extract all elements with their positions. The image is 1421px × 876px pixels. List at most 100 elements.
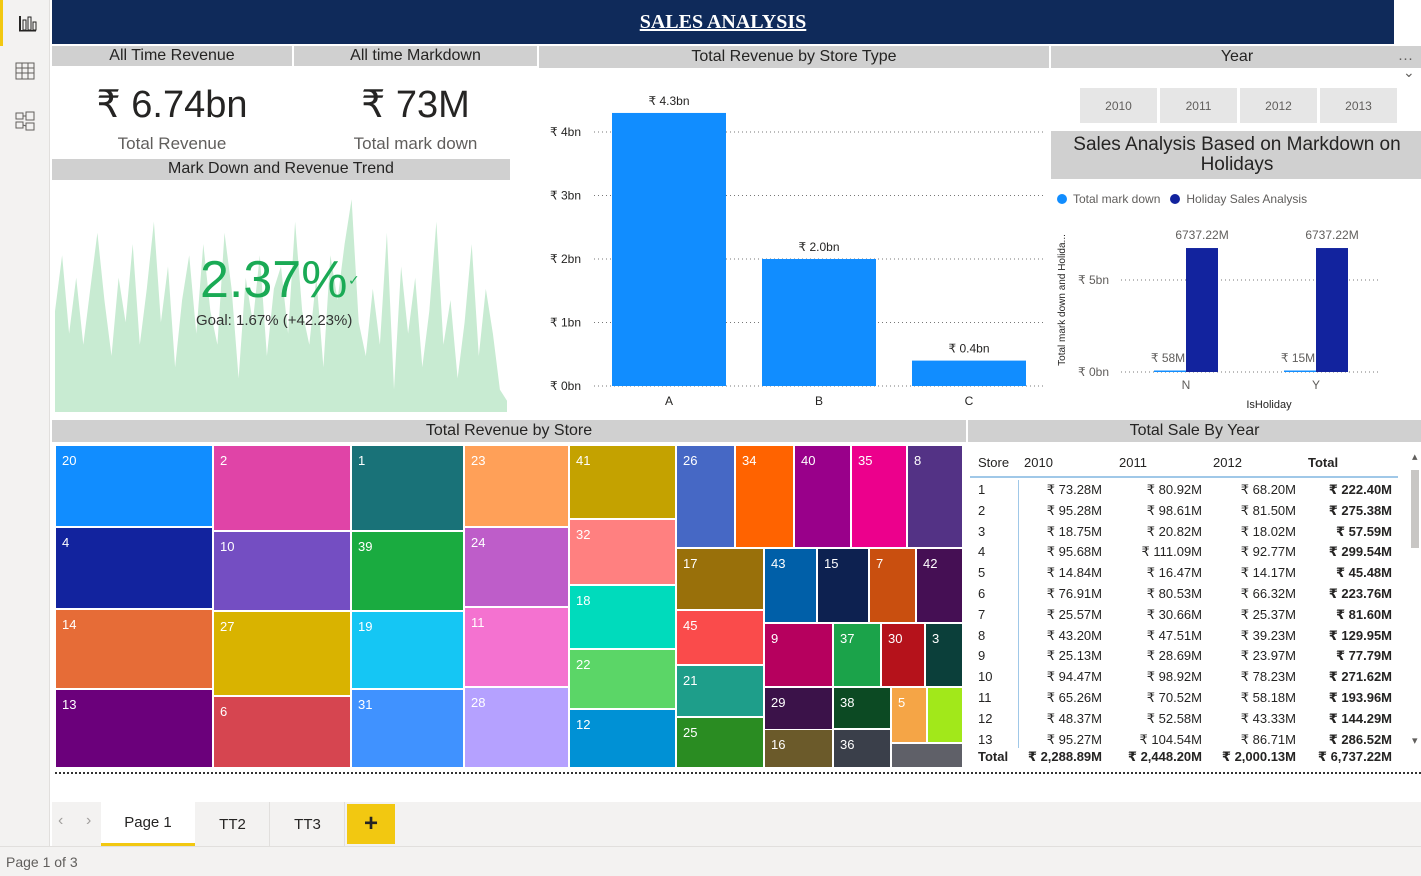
- table-cell: ₹ 65.26M: [1046, 690, 1102, 705]
- treemap-cell-store-34[interactable]: 34: [735, 445, 794, 548]
- treemap-cell-store-45[interactable]: 45: [676, 610, 764, 665]
- treemap-cell-store-40[interactable]: 40: [794, 445, 851, 548]
- treemap-cell-store-28[interactable]: 28: [464, 687, 569, 768]
- treemap-cell-store-26[interactable]: 26: [676, 445, 735, 548]
- tab-tt2[interactable]: TT2: [196, 802, 270, 846]
- table-scrollbar[interactable]: ▴ ▾: [1410, 450, 1420, 750]
- treemap-cell-store-24[interactable]: 24: [464, 527, 569, 607]
- table-row[interactable]: 8 ₹ 43.20M ₹ 47.51M ₹ 39.23M ₹ 129.95M: [970, 625, 1398, 646]
- treemap-cell-store-9[interactable]: 9: [764, 623, 833, 687]
- treemap-cell-store-19[interactable]: 19: [351, 611, 464, 689]
- scroll-up-icon: ▴: [1412, 451, 1418, 463]
- table-row[interactable]: 4 ₹ 95.68M ₹ 111.09M ₹ 92.77M ₹ 299.54M: [970, 541, 1398, 562]
- table-cell: ₹ 95.68M: [1046, 544, 1102, 560]
- treemap-cell-store-30[interactable]: 30: [881, 623, 925, 687]
- sales-by-year-table: Store 2010 2011 2012 Total 1 ₹ 73.28M ₹ 80…: [970, 445, 1410, 770]
- treemap-cell-store-3[interactable]: 3: [925, 623, 963, 687]
- treemap-cell-store-14[interactable]: 14: [55, 609, 213, 689]
- table-row[interactable]: 2 ₹ 95.28M ₹ 98.61M ₹ 81.50M ₹ 275.38M: [970, 500, 1398, 521]
- treemap-cell-store-20[interactable]: 20: [55, 445, 213, 527]
- col-header-2012[interactable]: 2012: [1213, 455, 1242, 470]
- treemap-cell-store-15[interactable]: 15: [817, 548, 869, 623]
- table-cell: ₹ 129.95M: [1328, 627, 1392, 643]
- table-row[interactable]: 7 ₹ 25.57M ₹ 30.66M ₹ 25.37M ₹ 81.60M: [970, 604, 1398, 625]
- year-option-2010[interactable]: 2010: [1080, 88, 1157, 123]
- treemap-cell-store-11[interactable]: 11: [464, 607, 569, 687]
- table-row[interactable]: 11 ₹ 65.26M ₹ 70.52M ₹ 58.18M ₹ 193.96M: [970, 687, 1398, 708]
- treemap-cell-store-12[interactable]: 12: [569, 709, 676, 768]
- next-page-icon[interactable]: ›: [86, 812, 91, 830]
- col-header-total[interactable]: Total: [1308, 455, 1338, 470]
- table-row[interactable]: 1 ₹ 73.28M ₹ 80.92M ₹ 68.20M ₹ 222.40M: [970, 479, 1398, 500]
- model-view-icon[interactable]: [0, 98, 50, 144]
- table-cell: ₹ 68.20M: [1240, 482, 1296, 497]
- chevron-down-icon[interactable]: ⌄: [1403, 64, 1415, 81]
- treemap-cell-store-22[interactable]: 22: [569, 649, 676, 709]
- treemap-cell-store-36[interactable]: 36: [833, 729, 891, 768]
- table-row[interactable]: 6 ₹ 76.91M ₹ 80.53M ₹ 66.32M ₹ 223.76M: [970, 583, 1398, 604]
- treemap-cell-store-16[interactable]: 16: [764, 729, 833, 768]
- treemap-cell-store-7[interactable]: 7: [869, 548, 916, 623]
- treemap-cell-store-32[interactable]: 32: [569, 519, 676, 585]
- treemap-cell-store-13[interactable]: 13: [55, 689, 213, 768]
- treemap-cell-store-42[interactable]: 42: [916, 548, 963, 623]
- treemap-cell-store-35[interactable]: 35: [851, 445, 907, 548]
- treemap-cell-store-10[interactable]: 10: [213, 531, 351, 611]
- table-header-row: Store 2010 2011 2012 Total: [970, 450, 1398, 478]
- table-total-row[interactable]: Total ₹ 2,288.89M ₹ 2,448.20M ₹ 2,000.13M ₹ …: [970, 746, 1398, 767]
- table-cell: Total: [978, 749, 1009, 764]
- y-tick-label: ₹ 5bn: [1078, 273, 1109, 287]
- year-option-2012[interactable]: 2012: [1240, 88, 1317, 123]
- treemap-cell-store-31[interactable]: 31: [351, 689, 464, 768]
- treemap-cell-store-8[interactable]: 8: [907, 445, 963, 548]
- store-type-chart-header: Total Revenue by Store Type: [539, 46, 1049, 68]
- table-cell: 12: [978, 710, 993, 726]
- table-cell: ₹ 25.13M: [1046, 648, 1102, 664]
- table-row[interactable]: 10 ₹ 94.47M ₹ 98.92M ₹ 78.23M ₹ 271.62M: [970, 666, 1398, 687]
- treemap-cell-store-5[interactable]: 5: [891, 687, 927, 743]
- treemap-cell-store-39[interactable]: 39: [351, 531, 464, 611]
- col-header-2010[interactable]: 2010: [1024, 455, 1053, 470]
- treemap-cell-store-18[interactable]: 18: [569, 585, 676, 649]
- prev-page-icon[interactable]: ‹: [58, 812, 63, 830]
- add-page-button[interactable]: +: [347, 804, 395, 844]
- holiday-chart-legend: Total mark down Holiday Sales Analysis: [1057, 192, 1307, 206]
- tab-tt3[interactable]: TT3: [271, 802, 345, 846]
- data-view-icon[interactable]: [0, 48, 50, 94]
- table-cell: ₹ 6,737.22M: [1317, 749, 1392, 764]
- table-row[interactable]: 9 ₹ 25.13M ₹ 28.69M ₹ 23.97M ₹ 77.79M: [970, 645, 1398, 666]
- treemap-cell-store-other[interactable]: [927, 687, 963, 743]
- table-cell: ₹ 98.92M: [1146, 669, 1202, 685]
- scrollbar-thumb[interactable]: [1411, 470, 1419, 548]
- treemap-cell-store-2[interactable]: 2: [213, 445, 351, 531]
- table-row[interactable]: 3 ₹ 18.75M ₹ 20.82M ₹ 18.02M ₹ 57.59M: [970, 521, 1398, 542]
- table-cell: ₹ 57.59M: [1335, 523, 1392, 539]
- table-cell: ₹ 14.17M: [1240, 565, 1296, 581]
- treemap-cell-store-27[interactable]: 27: [213, 611, 351, 696]
- treemap-cell-store-6[interactable]: 6: [213, 696, 351, 768]
- x-tick-label: Y: [1312, 378, 1320, 392]
- treemap-cell-store-1[interactable]: 1: [351, 445, 464, 531]
- legend-markdown-label: Total mark down: [1073, 192, 1161, 206]
- year-option-2011[interactable]: 2011: [1160, 88, 1237, 123]
- treemap-cell-store-21[interactable]: 21: [676, 665, 764, 717]
- table-cell: ₹ 58.18M: [1240, 690, 1296, 705]
- report-view-icon[interactable]: [0, 0, 50, 46]
- table-row[interactable]: 5 ₹ 14.84M ₹ 16.47M ₹ 14.17M ₹ 45.48M: [970, 562, 1398, 583]
- table-cell: ₹ 144.29M: [1328, 710, 1392, 726]
- data-label: 6737.22M: [1175, 228, 1228, 242]
- treemap-cell-store-43[interactable]: 43: [764, 548, 817, 623]
- treemap-cell-store-17[interactable]: 17: [676, 548, 764, 610]
- treemap-cell-store-25[interactable]: 25: [676, 717, 764, 768]
- treemap-cell-store-4[interactable]: 4: [55, 527, 213, 609]
- treemap-cell-store-37[interactable]: 37: [833, 623, 881, 687]
- year-option-2013[interactable]: 2013: [1320, 88, 1397, 123]
- col-header-store[interactable]: Store: [978, 455, 1009, 470]
- tab-page-1[interactable]: Page 1: [101, 802, 195, 846]
- treemap-cell-store-41[interactable]: 41: [569, 445, 676, 519]
- col-header-2011[interactable]: 2011: [1119, 455, 1147, 470]
- table-row[interactable]: 12 ₹ 48.37M ₹ 52.58M ₹ 43.33M ₹ 144.29M: [970, 708, 1398, 729]
- treemap-cell-store-other[interactable]: [891, 743, 963, 768]
- treemap-cell-store-38[interactable]: 38: [833, 687, 891, 729]
- treemap-cell-store-23[interactable]: 23: [464, 445, 569, 527]
